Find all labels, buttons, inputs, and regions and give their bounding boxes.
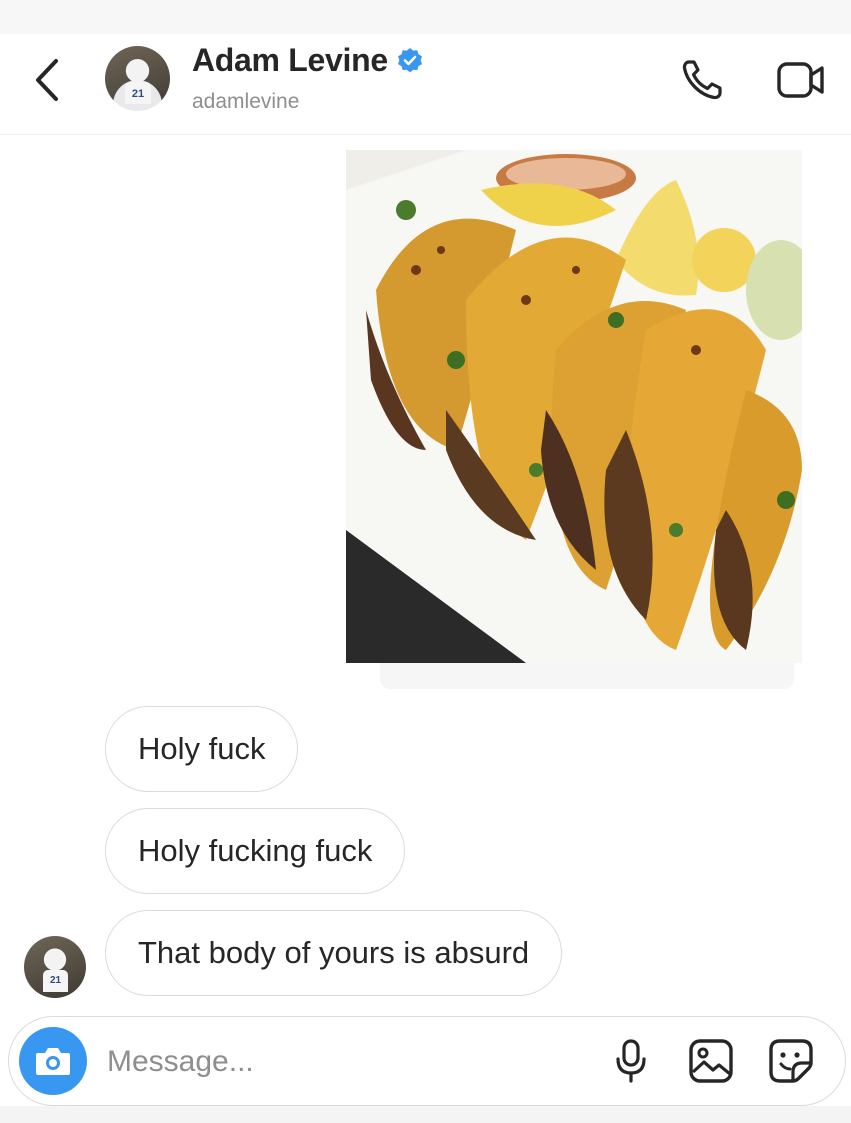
photo-shadow: [380, 663, 794, 689]
message-text: Holy fucking fuck: [138, 833, 373, 868]
message-text: That body of yours is absurd: [138, 935, 530, 970]
message-bubble[interactable]: Holy fucking fuck: [105, 808, 406, 894]
video-camera-icon: [777, 62, 824, 98]
gallery-icon: [689, 1039, 733, 1083]
message-bubble[interactable]: Holy fuck: [105, 706, 299, 792]
bottom-strip: [0, 1106, 851, 1123]
message-bubble[interactable]: That body of yours is absurd: [105, 910, 563, 996]
avatar-jersey-number: 21: [43, 970, 68, 992]
sticker-icon: [769, 1039, 813, 1083]
verified-badge-icon: [397, 47, 422, 72]
back-chevron-icon: [36, 59, 58, 101]
contact-handle: adamlevine: [192, 90, 300, 113]
video-call-button[interactable]: [774, 54, 830, 106]
message-composer: [8, 1016, 846, 1106]
food-photo-message[interactable]: [346, 150, 802, 663]
back-button[interactable]: [22, 54, 72, 106]
message-input[interactable]: [105, 1041, 569, 1083]
status-strip: [0, 0, 851, 34]
phone-icon: [682, 60, 722, 100]
microphone-icon: [616, 1039, 646, 1083]
sender-avatar[interactable]: 21: [24, 936, 86, 998]
camera-button[interactable]: [19, 1027, 87, 1095]
message-text: Holy fuck: [138, 731, 266, 766]
chat-header: 21 Adam Levine adamlevine: [0, 34, 851, 135]
voice-message-button[interactable]: [603, 1033, 659, 1089]
camera-icon: [36, 1048, 70, 1075]
sticker-button[interactable]: [763, 1033, 819, 1089]
avatar[interactable]: 21: [105, 46, 170, 111]
voice-call-button[interactable]: [674, 54, 730, 106]
tacos-photo-image: [346, 150, 802, 663]
gallery-button[interactable]: [683, 1033, 739, 1089]
contact-name-row[interactable]: Adam Levine: [192, 42, 424, 79]
contact-name: Adam Levine: [192, 42, 388, 78]
avatar-jersey-number: 21: [125, 82, 151, 104]
